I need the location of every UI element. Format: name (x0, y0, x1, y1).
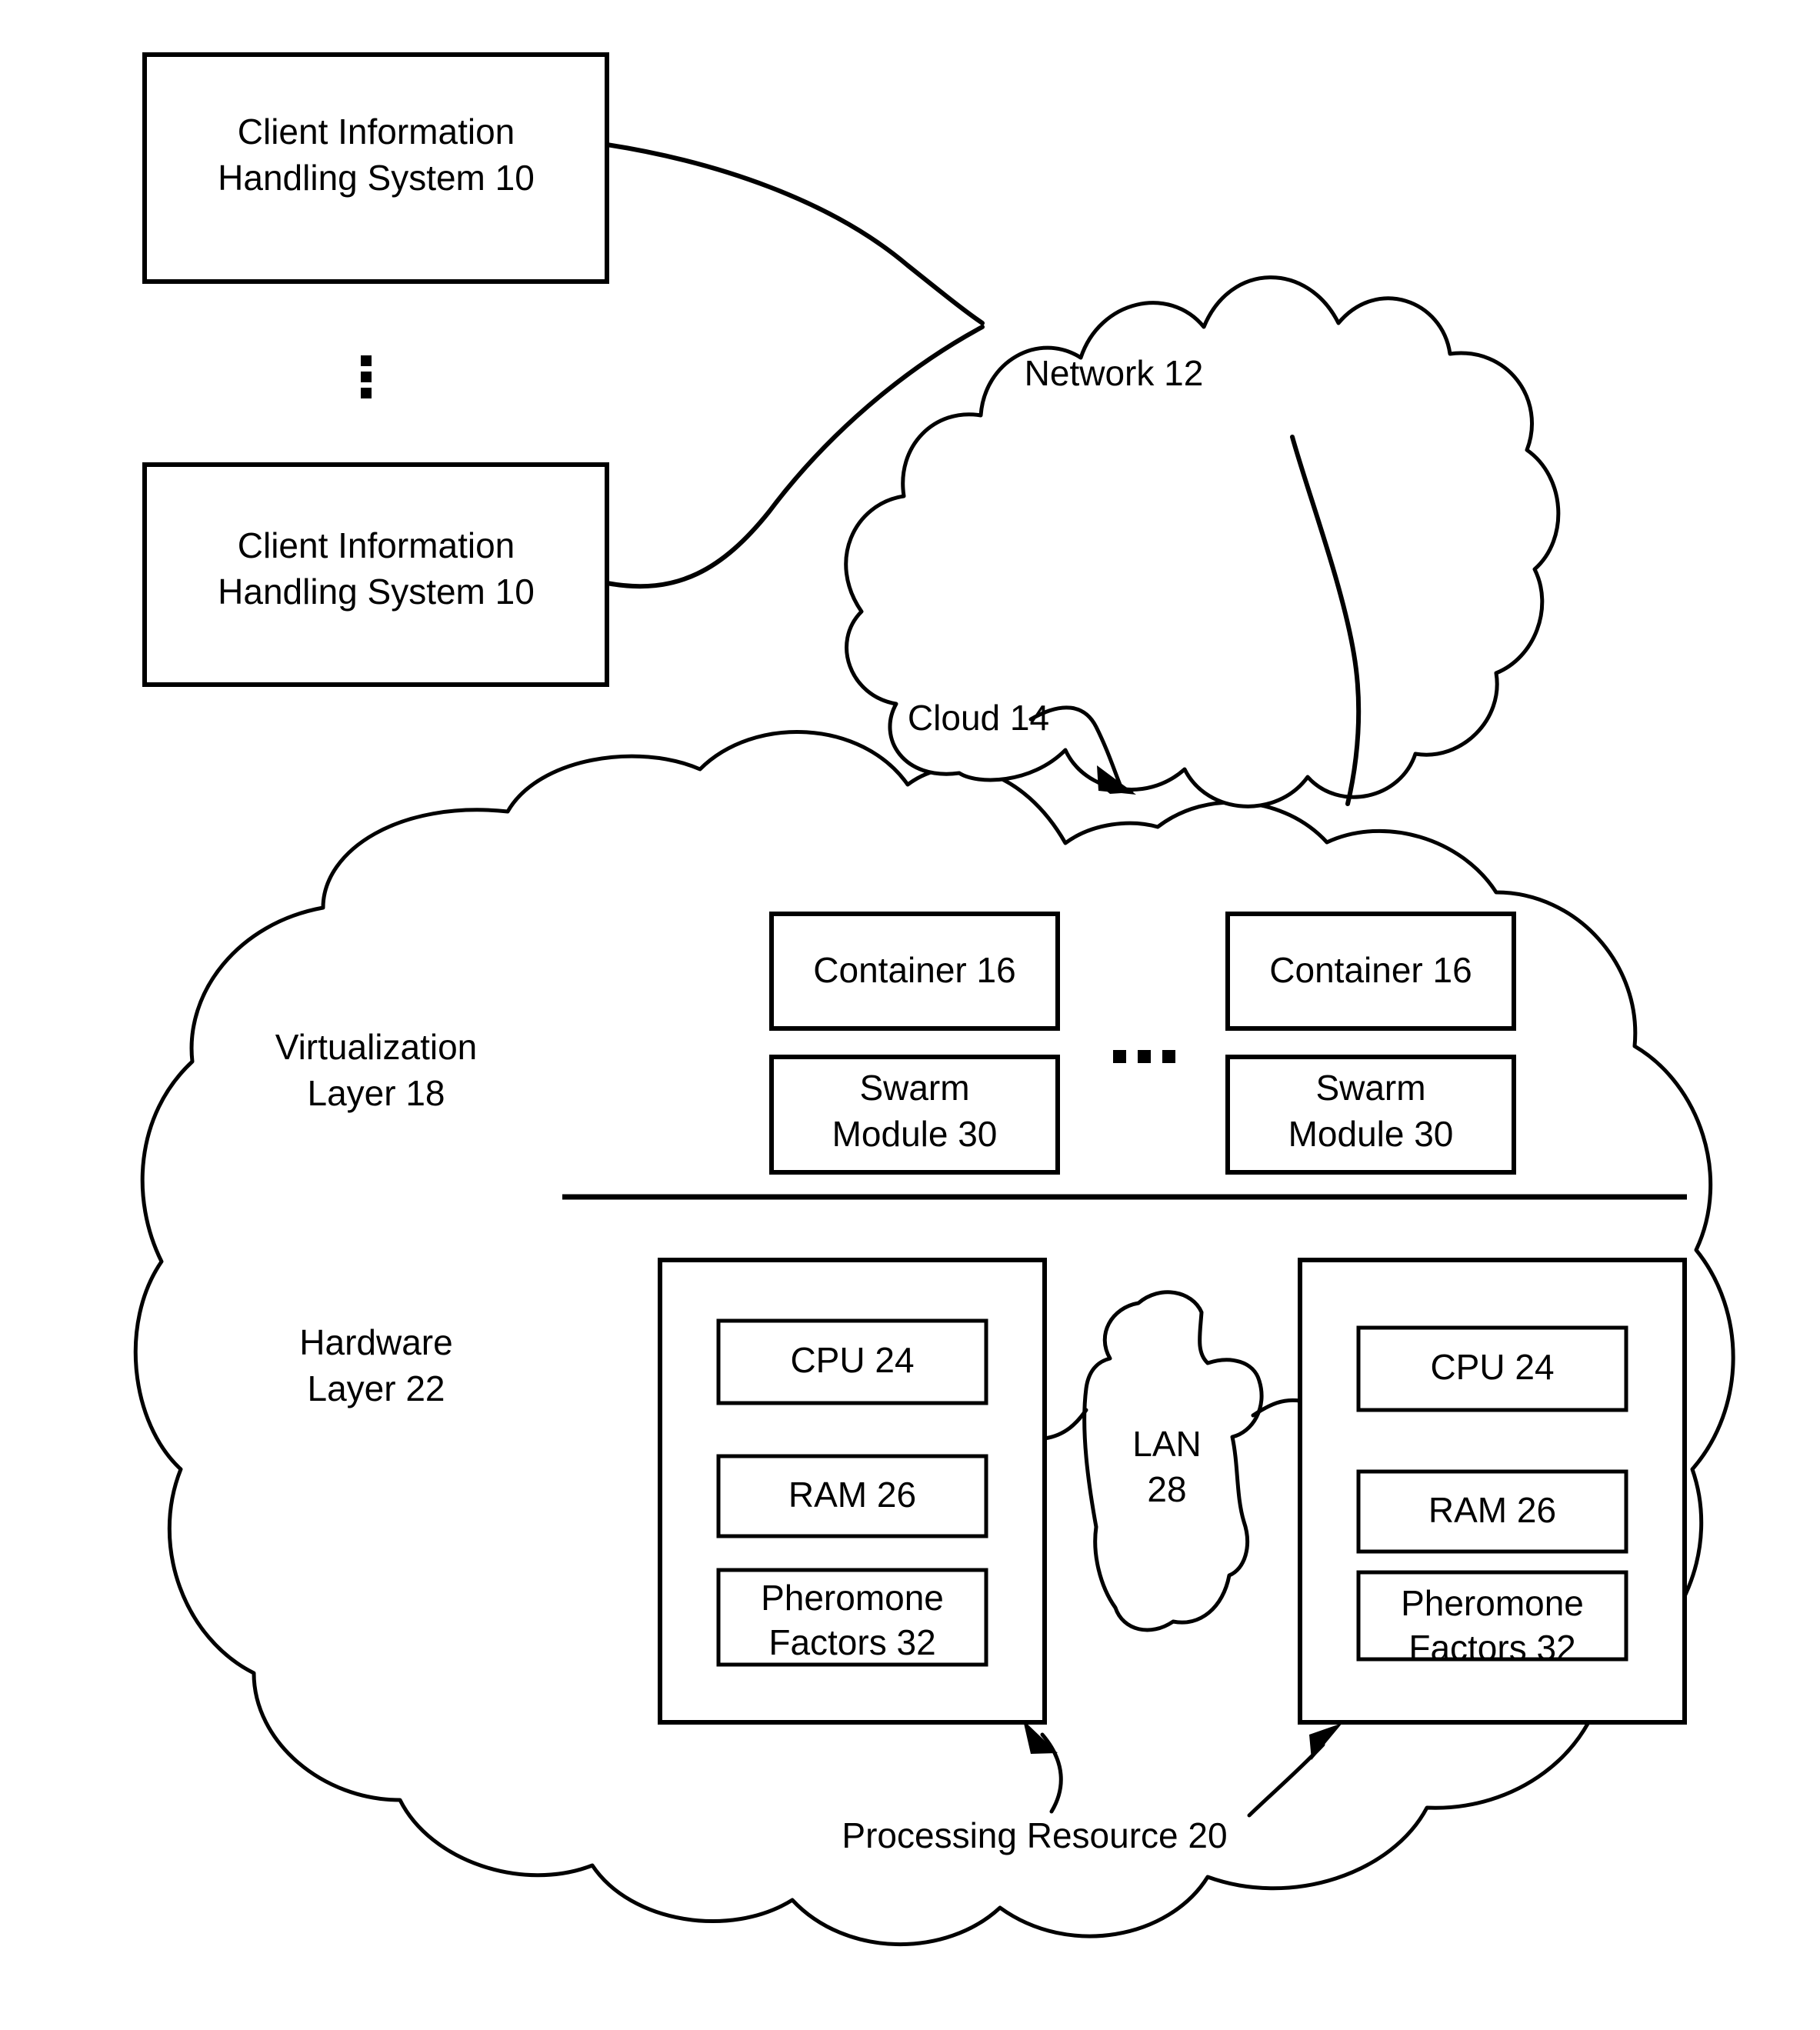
connector-client-top-to-network (605, 142, 985, 325)
horizontal-ellipsis-icon (1113, 1050, 1175, 1063)
pheromone-factors-label-left-line2: Factors 32 (768, 1622, 935, 1662)
virtualization-layer-label-line1: Virtualization (275, 1027, 478, 1067)
container-label-left: Container 16 (813, 950, 1015, 990)
pheromone-factors-label-left-line1: Pheromone (761, 1578, 944, 1618)
client-system-top-label-line2: Handling System 10 (218, 158, 535, 198)
swarm-module-label-left-line1: Swarm (859, 1068, 969, 1108)
swarm-module-label-right-line2: Module 30 (1288, 1114, 1454, 1154)
client-system-top-label-line1: Client Information (238, 112, 515, 152)
hardware-layer-label-line1: Hardware (299, 1322, 452, 1362)
swarm-module-label-right-line1: Swarm (1315, 1068, 1425, 1108)
pheromone-factors-label-right-line1: Pheromone (1401, 1583, 1584, 1623)
cpu-label-right: CPU 24 (1430, 1347, 1554, 1387)
vertical-ellipsis-icon (361, 355, 372, 398)
cloud-14-label: Cloud 14 (908, 698, 1049, 738)
processing-resource-label: Processing Resource 20 (842, 1815, 1227, 1855)
patent-figure: Network 12 Client Information Handling S… (0, 0, 1820, 2030)
lan-label-line2: 28 (1147, 1469, 1186, 1509)
pheromone-factors-label-right-line2: Factors 32 (1408, 1628, 1575, 1668)
network-label: Network 12 (1025, 353, 1204, 393)
diagram-canvas: Network 12 Client Information Handling S… (133, 52, 1735, 1947)
lan-label-line1: LAN (1132, 1424, 1201, 1464)
virtualization-layer-label-line2: Layer 18 (307, 1073, 445, 1113)
hardware-layer-label-line2: Layer 22 (307, 1368, 445, 1408)
ram-label-right: RAM 26 (1428, 1490, 1556, 1530)
client-system-bottom-label-line2: Handling System 10 (218, 572, 535, 612)
ram-label-left: RAM 26 (788, 1475, 916, 1515)
swarm-module-label-left-line2: Module 30 (832, 1114, 998, 1154)
container-label-right: Container 16 (1269, 950, 1472, 990)
cpu-label-left: CPU 24 (790, 1340, 914, 1380)
client-system-bottom-label-line1: Client Information (238, 525, 515, 565)
